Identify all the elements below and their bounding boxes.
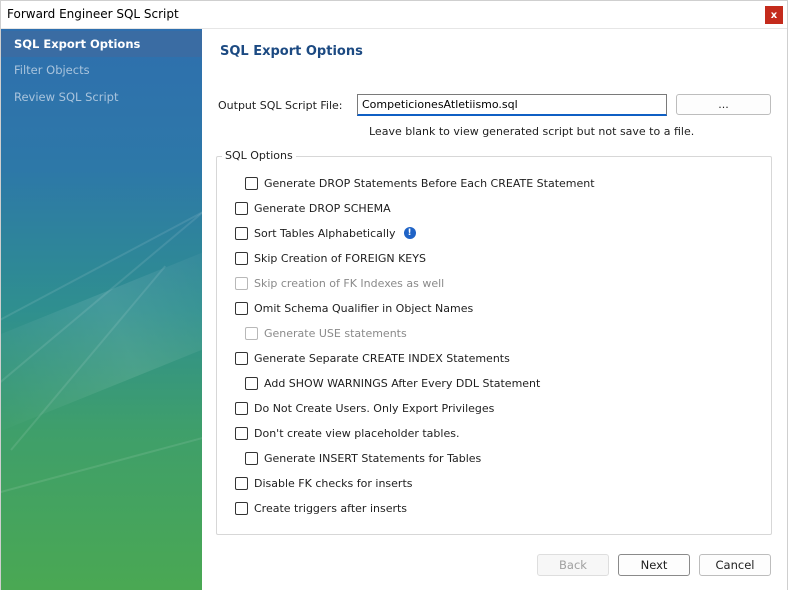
window-title: Forward Engineer SQL Script bbox=[7, 7, 179, 21]
option-label: Skip creation of FK Indexes as well bbox=[254, 277, 444, 290]
option-label: Generate Separate CREATE INDEX Statement… bbox=[254, 352, 510, 365]
back-button[interactable]: Back bbox=[537, 554, 609, 576]
option-label: Create triggers after inserts bbox=[254, 502, 407, 515]
sql-options-label: SQL Options bbox=[222, 149, 296, 162]
option-label: Skip Creation of FOREIGN KEYS bbox=[254, 252, 426, 265]
checkbox[interactable] bbox=[245, 452, 258, 465]
option-label: Generate INSERT Statements for Tables bbox=[264, 452, 481, 465]
checkbox bbox=[245, 327, 258, 340]
sidebar-item-review-sql-script[interactable]: Review SQL Script bbox=[1, 84, 202, 110]
option-label: Add SHOW WARNINGS After Every DDL Statem… bbox=[264, 377, 540, 390]
option-label: Sort Tables Alphabetically bbox=[254, 227, 396, 240]
checkbox[interactable] bbox=[235, 227, 248, 240]
checkbox[interactable] bbox=[235, 352, 248, 365]
option-omit-schema-qualifier[interactable]: Omit Schema Qualifier in Object Names bbox=[235, 300, 473, 316]
page-title: SQL Export Options bbox=[220, 44, 363, 59]
option-disable-fk-checks[interactable]: Disable FK checks for inserts bbox=[235, 475, 413, 491]
option-label: Do Not Create Users. Only Export Privile… bbox=[254, 402, 494, 415]
checkbox[interactable] bbox=[235, 252, 248, 265]
option-label: Disable FK checks for inserts bbox=[254, 477, 413, 490]
dialog-window: Forward Engineer SQL Script x SQL Export… bbox=[0, 0, 788, 590]
wizard-sidebar: SQL Export Options Filter Objects Review… bbox=[1, 29, 202, 590]
option-no-view-placeholders[interactable]: Don't create view placeholder tables. bbox=[235, 425, 459, 441]
option-generate-drop-schema[interactable]: Generate DROP SCHEMA bbox=[235, 200, 391, 216]
option-label: Generate DROP SCHEMA bbox=[254, 202, 391, 215]
option-generate-drop-statements[interactable]: Generate DROP Statements Before Each CRE… bbox=[245, 175, 595, 191]
checkbox[interactable] bbox=[245, 177, 258, 190]
output-file-label: Output SQL Script File: bbox=[218, 99, 343, 112]
option-skip-fk-indexes: Skip creation of FK Indexes as well bbox=[235, 275, 444, 291]
option-show-warnings[interactable]: Add SHOW WARNINGS After Every DDL Statem… bbox=[245, 375, 540, 391]
sidebar-item-filter-objects[interactable]: Filter Objects bbox=[1, 57, 202, 83]
sidebar-item-sql-export-options[interactable]: SQL Export Options bbox=[1, 31, 202, 57]
next-button[interactable]: Next bbox=[618, 554, 690, 576]
option-generate-use-statements: Generate USE statements bbox=[245, 325, 407, 341]
checkbox[interactable] bbox=[235, 427, 248, 440]
output-file-input[interactable] bbox=[357, 94, 667, 116]
checkbox[interactable] bbox=[235, 402, 248, 415]
option-label: Don't create view placeholder tables. bbox=[254, 427, 459, 440]
close-icon[interactable]: x bbox=[765, 6, 783, 24]
option-label: Generate USE statements bbox=[264, 327, 407, 340]
checkbox bbox=[235, 277, 248, 290]
title-bar: Forward Engineer SQL Script x bbox=[1, 1, 787, 29]
checkbox[interactable] bbox=[235, 202, 248, 215]
sidebar-decoration bbox=[1, 232, 202, 435]
option-generate-insert-statements[interactable]: Generate INSERT Statements for Tables bbox=[245, 450, 481, 466]
option-separate-create-index[interactable]: Generate Separate CREATE INDEX Statement… bbox=[235, 350, 510, 366]
option-no-create-users[interactable]: Do Not Create Users. Only Export Privile… bbox=[235, 400, 494, 416]
checkbox[interactable] bbox=[235, 302, 248, 315]
checkbox[interactable] bbox=[235, 502, 248, 515]
sidebar-decoration bbox=[1, 432, 202, 501]
checkbox[interactable] bbox=[245, 377, 258, 390]
cancel-button[interactable]: Cancel bbox=[699, 554, 771, 576]
option-label: Omit Schema Qualifier in Object Names bbox=[254, 302, 473, 315]
browse-button[interactable]: ... bbox=[676, 94, 771, 115]
info-icon[interactable]: ! bbox=[404, 227, 416, 239]
option-label: Generate DROP Statements Before Each CRE… bbox=[264, 177, 595, 190]
output-file-hint: Leave blank to view generated script but… bbox=[369, 125, 694, 138]
option-skip-foreign-keys[interactable]: Skip Creation of FOREIGN KEYS bbox=[235, 250, 426, 266]
main-panel: SQL Export Options Output SQL Script Fil… bbox=[202, 29, 787, 590]
checkbox[interactable] bbox=[235, 477, 248, 490]
option-sort-tables[interactable]: Sort Tables Alphabetically ! bbox=[235, 225, 416, 241]
option-create-triggers[interactable]: Create triggers after inserts bbox=[235, 500, 407, 516]
